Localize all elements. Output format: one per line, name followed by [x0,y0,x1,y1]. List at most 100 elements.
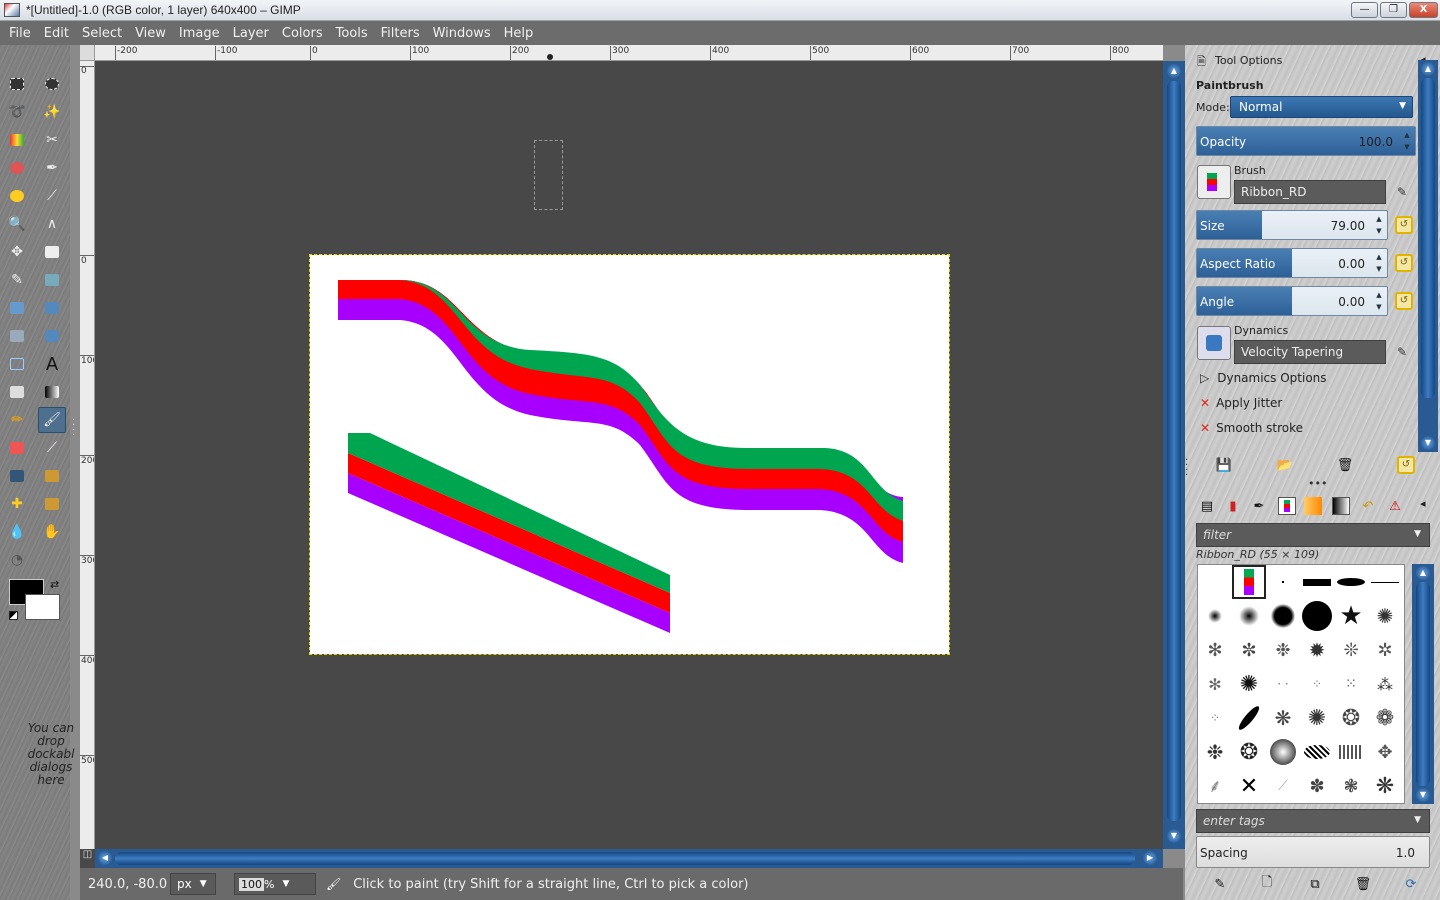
paths-tab-icon[interactable]: ✒ [1250,497,1268,515]
cage-icon[interactable] [3,351,31,377]
dock-resize-grip[interactable]: · · · · [1185,456,1189,481]
blend-icon[interactable] [38,379,66,405]
dynamics-name-field[interactable]: Velocity Tapering [1234,340,1386,364]
clone-icon[interactable] [38,463,66,489]
brush-sponge-5[interactable]: ❁ [1368,701,1402,735]
menu-windows[interactable]: Windows [428,26,496,41]
shear-icon[interactable] [38,295,66,321]
scroll-up-icon[interactable]: ▲ [1167,64,1181,78]
swap-colors-icon[interactable]: ⇄ [50,578,59,591]
opacity-slider[interactable]: Opacity 100.0 ▲ ▼ [1196,126,1416,156]
brush-ribbon-rd[interactable] [1232,565,1266,599]
brush-texture-1[interactable]: ❉ [1198,735,1232,769]
reset-tool-options-icon[interactable]: ↺ [1397,456,1415,474]
color-picker-icon[interactable] [3,183,31,209]
edit-brush-icon[interactable]: ✎ [1211,875,1229,893]
scroll-down-icon[interactable]: ▼ [1416,788,1430,802]
brush-hatch-2[interactable]: ❃ [1334,769,1368,803]
edit-brush-icon[interactable]: ✎ [1397,185,1413,201]
brush-grunge-6[interactable]: ✲ [1368,633,1402,667]
measure-angle-icon[interactable]: ∧ [38,211,66,237]
rect-select-icon[interactable] [3,71,31,97]
bucket-fill-icon[interactable] [3,379,31,405]
canvas-area[interactable] [95,61,1163,849]
flip-icon[interactable] [38,323,66,349]
fuzzy-select-icon[interactable]: ✨ [38,99,66,125]
eraser-icon[interactable] [3,435,31,461]
brush-hatch-3[interactable]: ❋ [1368,769,1402,803]
undo-history-tab-icon[interactable]: ↶ [1359,497,1377,515]
brush-hatch-1[interactable]: ✽ [1300,769,1334,803]
edit-dynamics-icon[interactable]: ✎ [1397,345,1413,361]
brush-cross[interactable]: ✕ [1232,769,1266,803]
brush-dots-3[interactable]: ⁙ [1334,667,1368,701]
blur-icon[interactable]: 💧 [3,519,31,545]
airbrush-icon[interactable]: ⟋ [38,435,66,461]
text-tool-icon[interactable]: A [38,351,66,377]
brush-grunge-8[interactable]: ✺ [1232,667,1266,701]
zoom-value[interactable]: 100 [239,877,264,891]
layers-tab-icon[interactable]: ▤ [1198,497,1216,515]
brush-sponge-4[interactable]: ❂ [1334,701,1368,735]
brush-texture-5[interactable] [1334,735,1368,769]
unit-select[interactable]: px ▼ [170,873,216,895]
move-icon[interactable]: ✥ [3,239,31,265]
zoom-icon[interactable]: 🔍 [3,211,31,237]
align-icon[interactable] [38,239,66,265]
brush-line[interactable] [1368,565,1402,599]
close-button[interactable]: X [1409,2,1438,18]
scissors-icon[interactable]: ✂ [38,127,66,153]
ellipse-select-icon[interactable] [38,71,66,97]
brush-scroll-thumb[interactable] [1416,582,1430,786]
menu-image[interactable]: Image [174,26,225,41]
scroll-up-icon[interactable]: ▲ [1421,62,1435,76]
menu-filters[interactable]: Filters [376,26,425,41]
canvas-vertical-scrollbar[interactable]: ▲ ▼ [1163,61,1185,849]
scale-icon[interactable] [3,295,31,321]
minimize-button[interactable]: — [1351,2,1378,18]
brush-fuzzy-small[interactable] [1198,599,1232,633]
reset-angle-icon[interactable]: ↺ [1395,292,1413,310]
brush-name-field[interactable]: Ribbon_RD [1234,180,1386,204]
brush-dots-1[interactable]: · · [1266,667,1300,701]
mode-select[interactable]: Normal ▼ [1230,96,1413,118]
color-select-icon[interactable] [3,127,31,153]
ruler-corner[interactable] [80,45,95,61]
paths-icon[interactable]: ✒ [38,155,66,181]
scroll-up-icon[interactable]: ▲ [1416,566,1430,580]
maximize-button[interactable]: ❐ [1380,2,1407,18]
brush-grunge-4[interactable]: ✹ [1300,633,1334,667]
brush-oval[interactable] [1334,565,1368,599]
scroll-down-icon[interactable]: ▼ [1421,436,1435,450]
smooth-stroke-checkbox[interactable]: ✕ Smooth stroke [1200,421,1303,435]
apply-jitter-checkbox[interactable]: ✕ Apply Jitter [1200,396,1282,410]
delete-brush-icon[interactable]: 🗑 [1354,875,1372,893]
channels-tab-icon[interactable]: ▮ [1224,497,1242,515]
perspective-clone-icon[interactable] [38,491,66,517]
reset-colors-icon[interactable] [9,611,18,620]
brush-preview[interactable] [1197,165,1231,199]
menu-tools[interactable]: Tools [331,26,373,41]
angle-spin-icon[interactable]: ▲ ▼ [1373,289,1385,313]
opacity-spin-icon[interactable]: ▲ ▼ [1401,129,1413,153]
reset-aspect-ratio-icon[interactable]: ↺ [1395,254,1413,272]
smudge-icon[interactable]: ✋ [38,519,66,545]
brush-block[interactable] [1300,565,1334,599]
aspect-ratio-spin-icon[interactable]: ▲ ▼ [1373,251,1385,275]
zoom-select[interactable]: 100 % ▼ [234,873,316,895]
brush-grid-scrollbar[interactable]: ▲ ▼ [1412,564,1434,804]
delete-tool-preset-icon[interactable]: 🗑 [1336,456,1354,474]
refresh-brushes-icon[interactable]: ⟳ [1402,875,1420,893]
brush-star[interactable]: ★ [1334,599,1368,633]
brush-dots-4[interactable]: ⁂ [1368,667,1402,701]
brush-grass[interactable]: ⸙ [1198,769,1232,803]
brush-splatter[interactable]: ✺ [1368,599,1402,633]
menu-view[interactable]: View [130,26,171,41]
tool-options-scrollbar[interactable]: ▲ ▼ [1418,60,1438,452]
brush-tags-field[interactable]: enter tags ▼ [1196,809,1430,833]
brush-grid[interactable]: ★ ✺ ✻ ✼ ❉ ✹ ❊ ✲ ✻ ✺ · · ⁘ ⁙ ⁂ ⁘ ❋ ✺ ❂ ❁ … [1197,564,1405,804]
brush-fuzzy-medium[interactable] [1232,599,1266,633]
toolbox-resize-grip[interactable]: · · · · [72,416,76,441]
quick-mask-toggle[interactable]: ◫ [80,849,95,868]
brushes-tab-icon[interactable] [1278,497,1296,515]
